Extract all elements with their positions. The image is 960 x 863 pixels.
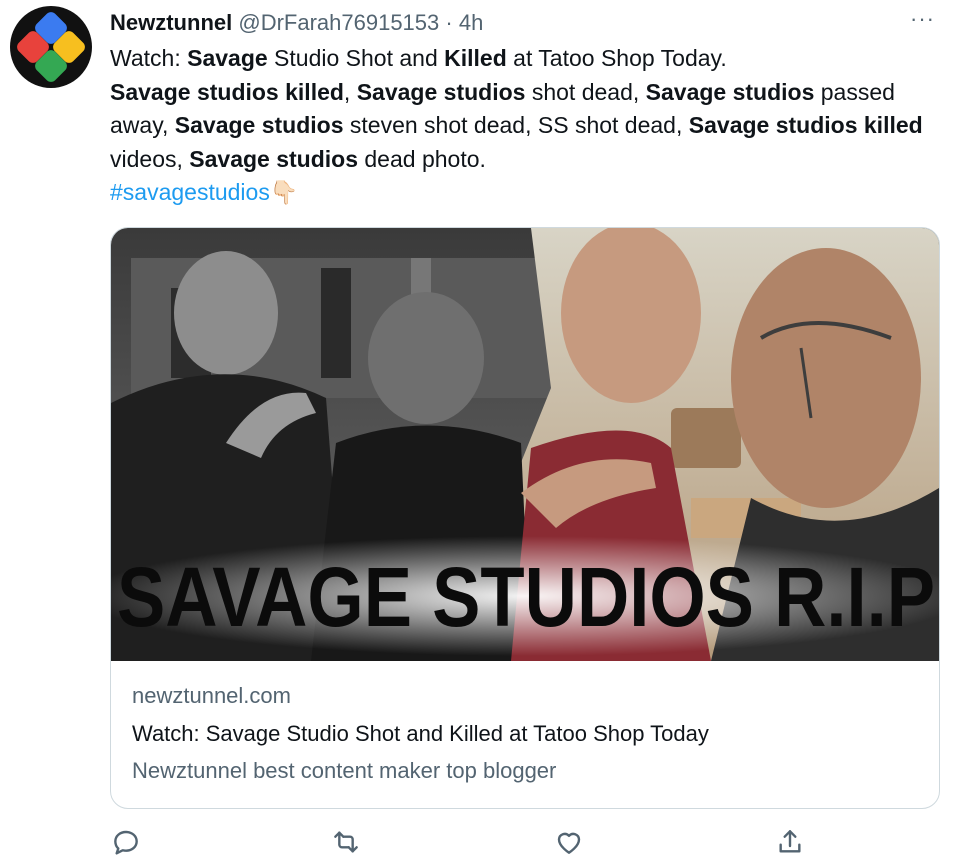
text-segment: , bbox=[343, 78, 357, 105]
text-segment: Watch: bbox=[110, 45, 188, 71]
reply-icon[interactable] bbox=[110, 826, 142, 858]
tweet-text: Watch: Savage Studio Shot and Killed at … bbox=[110, 42, 940, 210]
card-photo-illustration: SAVAGE STUDIOS R.I.P bbox=[111, 228, 939, 661]
like-icon[interactable] bbox=[553, 826, 585, 858]
more-icon[interactable]: ··· bbox=[910, 6, 935, 32]
text-segment-bold: Savage studios killed bbox=[688, 112, 923, 138]
handle[interactable]: @DrFarah76915153 bbox=[238, 10, 439, 35]
text-segment: dead photo. bbox=[358, 145, 486, 172]
card-domain: newztunnel.com bbox=[132, 683, 291, 708]
text-segment: steven shot dead, SS shot dead, bbox=[343, 112, 689, 138]
text-segment-bold: Savage studios bbox=[189, 145, 358, 172]
text-segment: Studio Shot and bbox=[267, 45, 445, 71]
text-segment-bold: Savage bbox=[187, 45, 268, 71]
card-image-caption: SAVAGE STUDIOS R.I.P bbox=[117, 550, 935, 644]
text-segment-bold: Killed bbox=[444, 45, 507, 71]
text-segment: shot dead, bbox=[525, 78, 646, 105]
text-segment-bold: Savage studios bbox=[174, 112, 344, 138]
retweet-icon[interactable] bbox=[330, 826, 362, 858]
display-name[interactable]: Newztunnel bbox=[110, 10, 232, 35]
text-segment: at Tatoo Shop Today. bbox=[506, 45, 727, 71]
separator-dot: · bbox=[445, 10, 459, 35]
text-segment-bold: Savage studios bbox=[645, 78, 815, 105]
link-card[interactable]: SAVAGE STUDIOS R.I.P newztunnel.com Watc… bbox=[110, 227, 940, 809]
avatar[interactable] bbox=[10, 6, 92, 88]
text-segment-bold: Savage studios killed bbox=[110, 78, 344, 105]
card-image[interactable]: SAVAGE STUDIOS R.I.P bbox=[111, 228, 939, 661]
card-description: Newztunnel best content maker top blogge… bbox=[132, 758, 557, 783]
pointing-down-emoji: 👇🏻 bbox=[269, 179, 299, 205]
tweet-actions bbox=[110, 826, 940, 862]
text-segment-bold: Savage studios bbox=[356, 78, 526, 105]
timestamp[interactable]: 4h bbox=[459, 10, 483, 35]
tweet-header: Newztunnel @DrFarah76915153 · 4h bbox=[110, 8, 483, 38]
card-title: Watch: Savage Studio Shot and Killed at … bbox=[132, 721, 709, 746]
share-icon[interactable] bbox=[774, 826, 806, 858]
hashtag-link[interactable]: #savagestudios bbox=[110, 179, 270, 205]
text-segment: videos, bbox=[110, 145, 190, 172]
